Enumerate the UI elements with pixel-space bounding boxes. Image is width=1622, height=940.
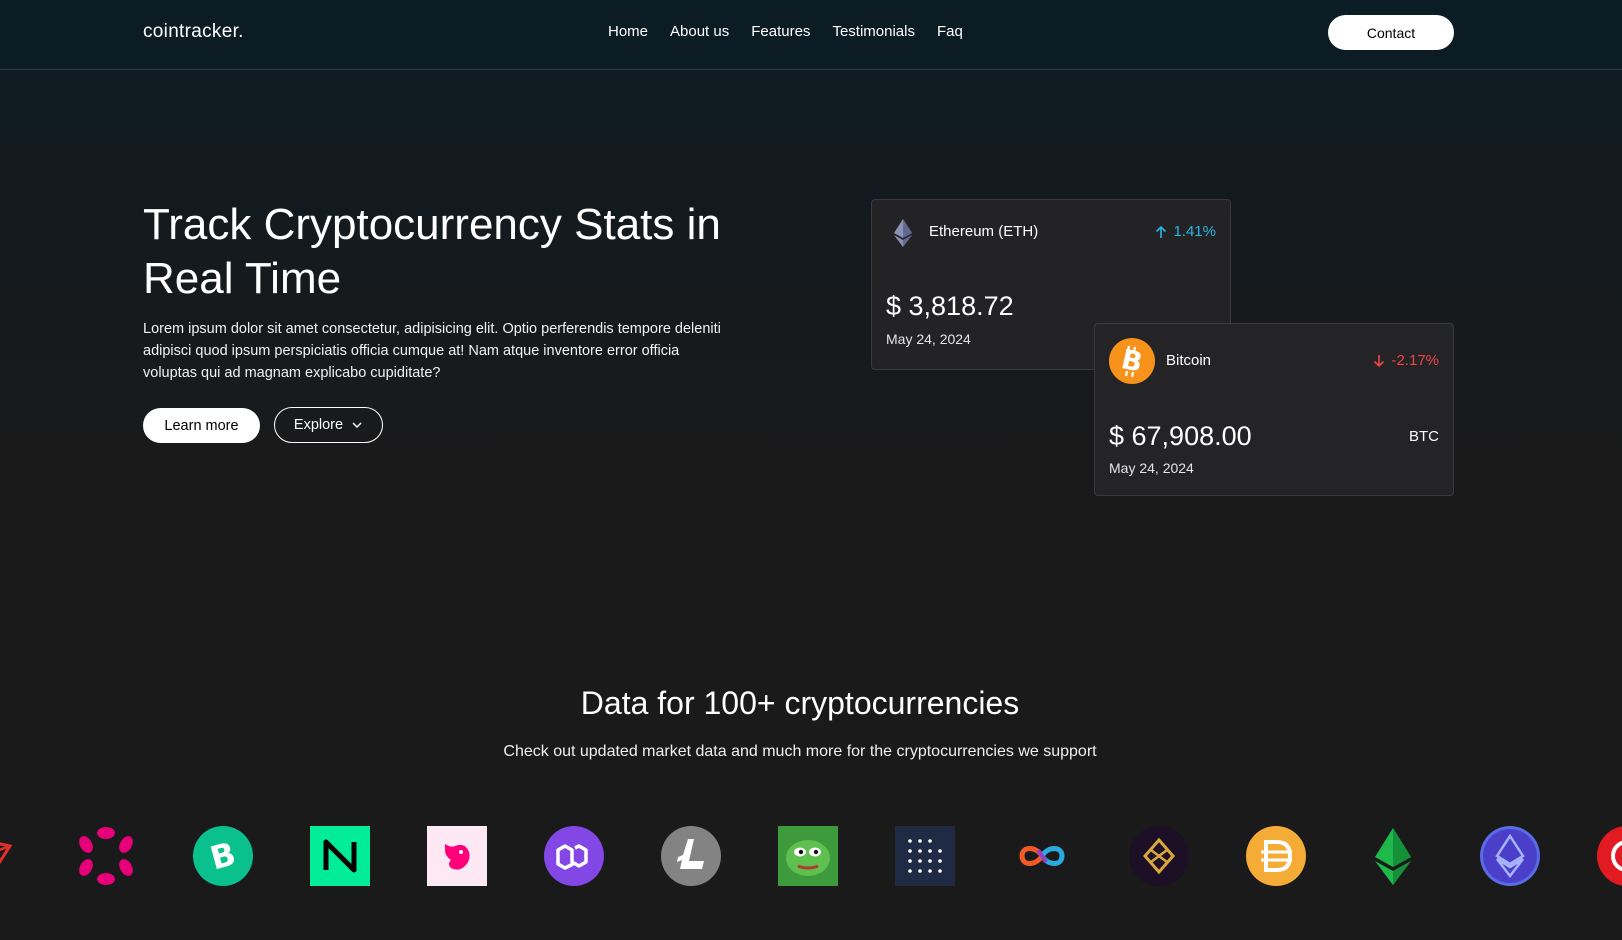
explore-dropdown-button[interactable]: Explore — [274, 407, 383, 443]
price-change: 1.41% — [1155, 223, 1216, 240]
polygon-icon — [544, 826, 604, 886]
nav-link-features[interactable]: Features — [751, 23, 810, 40]
section-title: Data for 100+ cryptocurrencies — [580, 685, 1020, 721]
ethereum-green-icon — [1363, 826, 1423, 886]
nav-link-home[interactable]: Home — [608, 23, 648, 40]
near-icon — [310, 826, 370, 886]
bitcoin-price-card[interactable]: B Bitcoin -2.17% $ 67,908.00 BTC May 24,… — [1094, 323, 1454, 496]
price-change-value: -2.17% — [1391, 352, 1439, 369]
red-coin-icon — [1597, 826, 1622, 886]
arrow-down-icon — [1374, 354, 1385, 367]
brand-logo[interactable]: cointracker. — [143, 21, 244, 43]
chevron-down-icon — [352, 422, 362, 429]
top-navbar: cointracker. Home About us Features Test… — [0, 0, 1622, 70]
nav-link-faq[interactable]: Faq — [937, 23, 963, 40]
learn-more-button[interactable]: Learn more — [143, 408, 260, 443]
explore-label: Explore — [293, 417, 344, 433]
crypto-logo-carousel: B — [0, 823, 1622, 887]
tron-icon — [0, 826, 18, 886]
price-change-value: 1.41% — [1173, 223, 1216, 240]
hero-title: Track Cryptocurrency Stats in Real Time — [143, 200, 721, 303]
coin-price: $ 3,818.72 — [886, 291, 1014, 321]
coin-price: $ 67,908.00 — [1109, 421, 1252, 451]
nav-links: Home About us Features Testimonials Faq — [608, 23, 963, 40]
hero-description: Lorem ipsum dolor sit amet consectetur, … — [143, 321, 721, 381]
coin-name: Bitcoin — [1166, 352, 1212, 369]
dai-icon — [1246, 826, 1306, 886]
price-date: May 24, 2024 — [886, 331, 971, 347]
contact-button[interactable]: Contact — [1328, 15, 1454, 50]
price-change: -2.17% — [1373, 352, 1439, 369]
polkadot-icon — [76, 826, 136, 886]
bitcoin-cash-icon: B — [193, 826, 253, 886]
bitcoin-icon: B — [1109, 338, 1155, 384]
nav-link-testimonials[interactable]: Testimonials — [832, 23, 915, 40]
internet-computer-icon — [1012, 826, 1072, 886]
litecoin-icon — [661, 826, 721, 886]
coin-name: Ethereum (ETH) — [929, 223, 1039, 240]
uniswap-icon — [427, 826, 487, 886]
ethereum-icon — [894, 219, 912, 247]
price-date: May 24, 2024 — [1109, 460, 1194, 476]
bonk-icon — [1129, 826, 1189, 886]
section-subtitle: Check out updated market data and much m… — [503, 743, 1097, 760]
coin-symbol: BTC — [1409, 428, 1439, 445]
ethereum-name-service-icon — [1480, 826, 1540, 886]
pepe-icon — [778, 826, 838, 886]
arrow-up-icon — [1156, 225, 1167, 238]
nav-link-about[interactable]: About us — [670, 23, 729, 40]
dots-grid-icon — [895, 826, 955, 886]
